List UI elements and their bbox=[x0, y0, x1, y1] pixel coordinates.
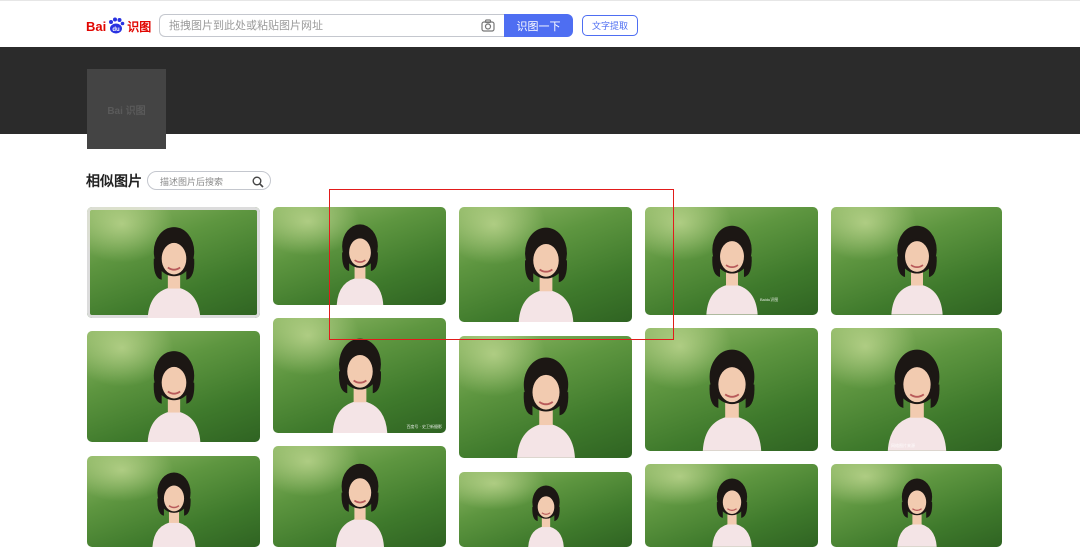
logo-text-shitu: 识图 bbox=[127, 19, 152, 34]
image-url-input[interactable] bbox=[160, 15, 469, 36]
similar-image[interactable]: 百度号 · 史卫新摄影 bbox=[273, 318, 446, 433]
describe-search-input[interactable] bbox=[148, 173, 260, 191]
baidu-paw-icon: du bbox=[107, 17, 125, 35]
portrait-figure bbox=[151, 472, 196, 547]
similar-image[interactable] bbox=[831, 464, 1002, 547]
portrait-figure bbox=[147, 350, 200, 442]
image-search-box[interactable] bbox=[159, 14, 504, 37]
similar-image[interactable]: Baidu识图 bbox=[645, 207, 818, 315]
similar-image[interactable] bbox=[459, 336, 632, 458]
portrait-figure bbox=[516, 357, 575, 458]
image-watermark: 网络图片来源 bbox=[891, 443, 915, 448]
search-button[interactable]: 识图一下 bbox=[504, 14, 573, 37]
similar-image[interactable] bbox=[273, 207, 446, 305]
portrait-figure bbox=[518, 227, 573, 322]
describe-search-box[interactable] bbox=[147, 171, 271, 191]
similar-image[interactable] bbox=[459, 207, 632, 322]
logo-text-du: du bbox=[113, 27, 121, 33]
similar-image[interactable]: 网络图片来源 bbox=[831, 328, 1002, 451]
portrait-figure bbox=[527, 485, 564, 547]
image-watermark: Baidu识图 bbox=[760, 297, 779, 302]
search-icon[interactable] bbox=[252, 175, 264, 188]
image-watermark: 百度号 · 史卫新摄影 bbox=[406, 424, 442, 429]
portrait-figure bbox=[332, 338, 387, 433]
portrait-figure bbox=[336, 224, 383, 305]
portrait-figure bbox=[702, 349, 761, 451]
portrait-figure bbox=[147, 226, 200, 318]
similar-image[interactable] bbox=[645, 464, 818, 547]
thumbnail-watermark: Bai 识图 bbox=[107, 105, 146, 117]
logo-text-bai: Bai bbox=[86, 18, 107, 34]
query-image-thumbnail[interactable]: Bai 识图 bbox=[87, 69, 166, 149]
similar-images-title: 相似图片 bbox=[86, 173, 142, 189]
top-bar: Bai du 识图 识图一下 文字提取 bbox=[0, 0, 1080, 48]
camera-icon[interactable] bbox=[481, 19, 495, 32]
similar-image[interactable] bbox=[645, 328, 818, 451]
similar-image[interactable] bbox=[273, 446, 446, 547]
similar-image[interactable] bbox=[87, 331, 260, 442]
portrait-figure bbox=[887, 349, 946, 451]
baidu-shitu-logo[interactable]: Bai du 识图 bbox=[86, 15, 151, 37]
similar-image[interactable] bbox=[831, 207, 1002, 315]
portrait-figure bbox=[335, 463, 384, 547]
text-extract-button[interactable]: 文字提取 bbox=[582, 15, 638, 36]
portrait-figure bbox=[890, 226, 943, 315]
similar-image[interactable] bbox=[87, 456, 260, 547]
similar-image[interactable] bbox=[87, 207, 260, 318]
portrait-figure bbox=[711, 478, 752, 547]
similar-image[interactable] bbox=[459, 472, 632, 547]
portrait-figure bbox=[896, 478, 937, 547]
